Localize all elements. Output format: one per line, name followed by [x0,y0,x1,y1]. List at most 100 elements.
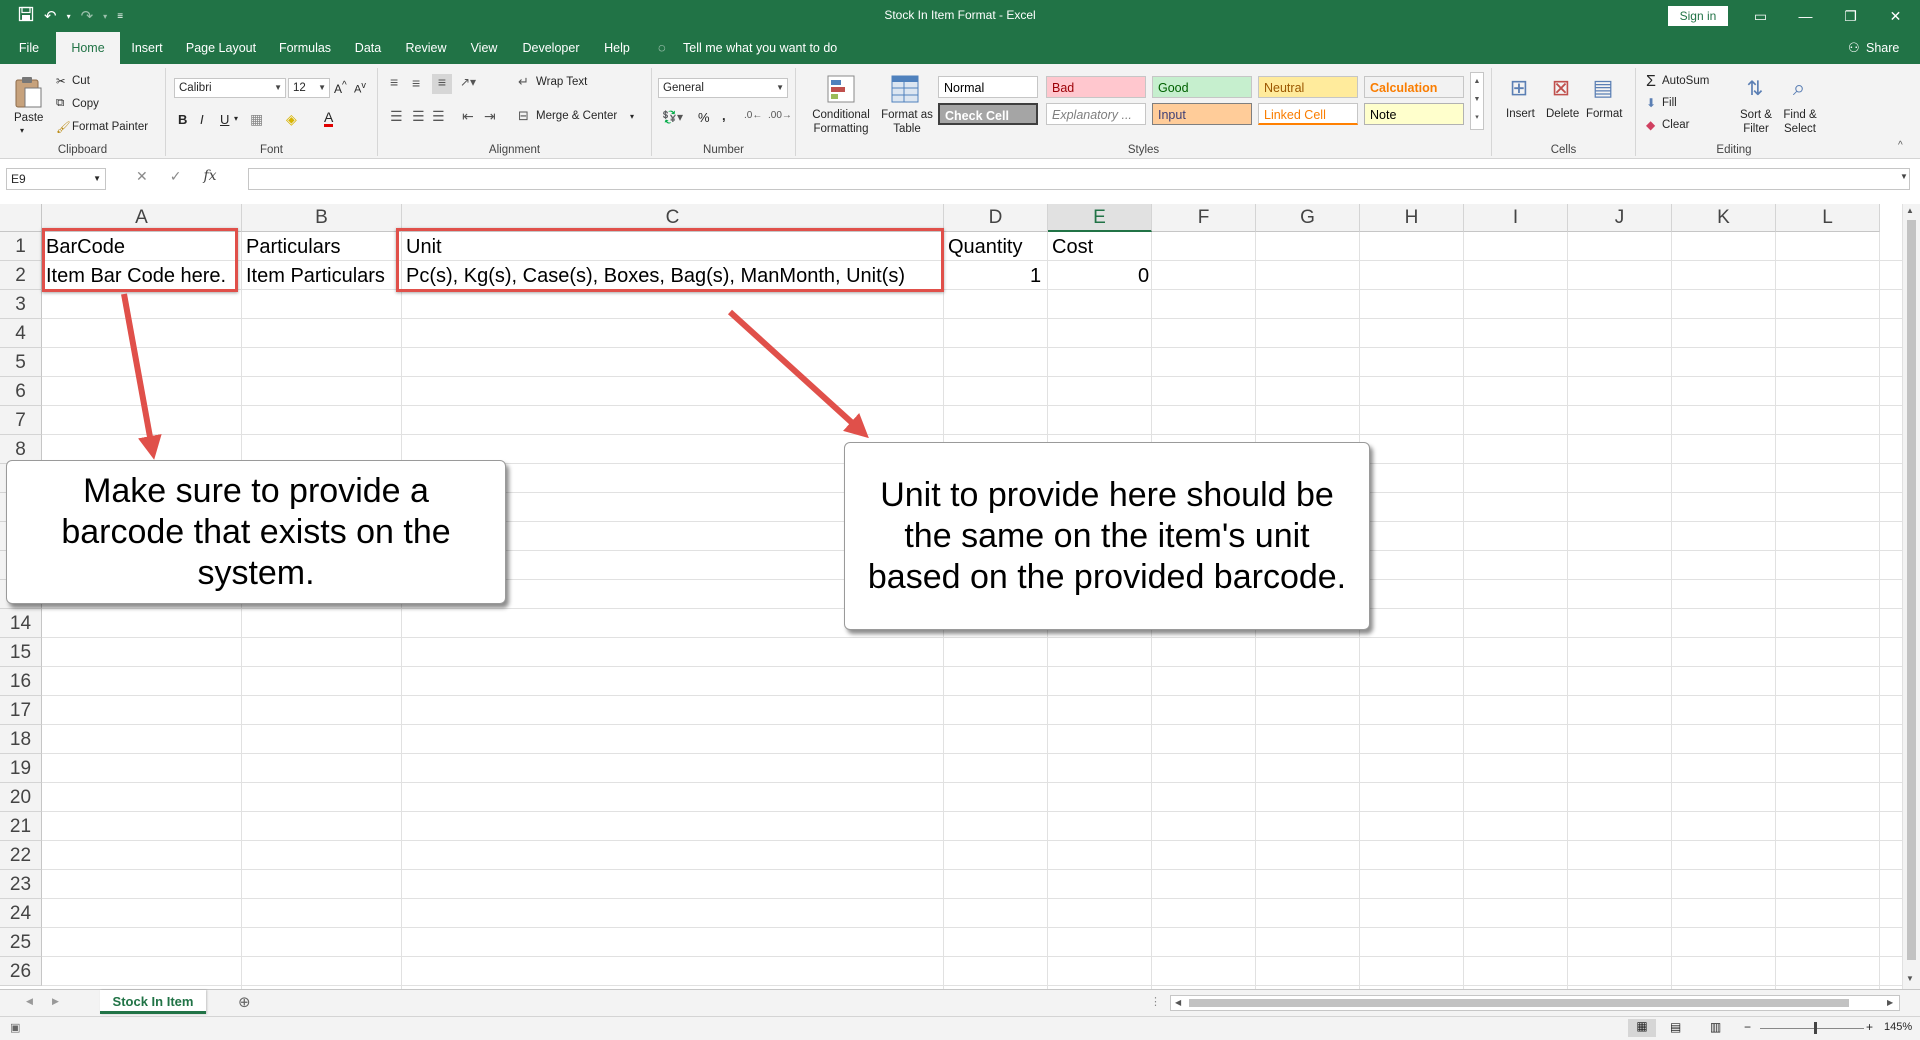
merge-center-icon[interactable]: ⊟ [518,108,529,124]
vertical-scrollbar[interactable]: ▲ ▼ [1902,204,1920,989]
scroll-down-icon[interactable]: ▼ [1906,974,1914,983]
wrap-text-icon[interactable]: ↵ [518,74,529,90]
format-cells-button[interactable]: Format [1586,108,1622,120]
style-note[interactable]: Note [1364,103,1464,125]
format-as-table-button[interactable]: Format as Table [876,108,938,136]
scroll-right-icon[interactable]: ▶ [1887,998,1893,1007]
paste-icon[interactable] [10,74,46,110]
scroll-up-icon[interactable]: ▲ [1906,206,1914,215]
redo-icon[interactable]: ↷ [81,7,94,25]
percent-button[interactable]: % [698,110,710,125]
style-explanatory[interactable]: Explanatory ... [1046,103,1146,125]
autosum-icon[interactable]: Σ [1646,73,1656,91]
align-right-icon[interactable]: ☰ [432,108,445,125]
italic-button[interactable]: I [200,112,204,127]
cut-button[interactable]: Cut [72,75,90,87]
redo-dropdown-icon[interactable]: ▾ [103,12,107,21]
align-left-icon[interactable]: ☰ [390,108,403,125]
find-select-button[interactable]: Find & Select [1778,108,1822,136]
merge-center-button[interactable]: Merge & Center [536,110,617,122]
tab-help[interactable]: Help [596,32,638,64]
bold-button[interactable]: B [178,112,187,127]
page-break-view-icon[interactable]: ▥ [1710,1020,1721,1034]
clear-icon[interactable]: ◆ [1646,118,1655,132]
h-scroll-thumb[interactable] [1189,999,1849,1007]
align-bottom-icon[interactable]: ≡ [432,74,452,94]
fill-icon[interactable]: ⬇ [1646,96,1656,110]
scroll-left-icon[interactable]: ◀ [1175,998,1181,1007]
zoom-slider[interactable] [1760,1028,1864,1029]
style-neutral[interactable]: Neutral [1258,76,1358,98]
underline-button[interactable]: U [220,112,229,127]
expand-formula-bar-icon[interactable]: ▼ [1900,172,1908,181]
insert-function-button[interactable]: fx [203,168,216,185]
tell-me-search[interactable]: Tell me what you want to do [683,41,837,55]
horizontal-scrollbar[interactable]: ◀ ▶ [1170,995,1900,1011]
insert-cells-button[interactable]: Insert [1506,108,1535,120]
format-as-table-icon[interactable] [888,72,922,106]
number-format-combo[interactable]: General ▼ [658,78,788,98]
align-middle-icon[interactable]: ≡ [412,75,420,91]
borders-icon[interactable]: ▦ [250,111,263,128]
undo-icon[interactable]: ↶ [44,7,57,25]
styles-scroll-icon[interactable]: ▲ ▼ ▾ [1470,72,1484,130]
cut-icon[interactable]: ✂ [56,74,66,88]
style-linked-cell[interactable]: Linked Cell [1258,103,1358,125]
tab-formulas[interactable]: Formulas [272,32,338,64]
style-normal[interactable]: Normal [938,76,1038,98]
align-top-icon[interactable]: ≡ [390,74,398,90]
formula-input[interactable] [248,168,1910,190]
tab-developer[interactable]: Developer [514,32,588,64]
find-select-icon[interactable]: ⌕ [1784,72,1814,104]
format-painter-button[interactable]: Format Painter [72,121,148,133]
delete-cells-button[interactable]: Delete [1546,108,1579,120]
restore-icon[interactable]: ❐ [1828,0,1873,32]
close-icon[interactable]: ✕ [1873,0,1918,32]
font-color-button[interactable]: A [324,110,334,127]
name-box[interactable]: E9 ▼ [6,168,106,190]
style-check-cell[interactable]: Check Cell [938,103,1038,125]
style-calculation[interactable]: Calculation [1364,76,1464,98]
sign-in-button[interactable]: Sign in [1668,6,1728,26]
normal-view-icon[interactable]: ▦ [1628,1019,1656,1037]
minimize-icon[interactable]: — [1783,0,1828,32]
tab-insert[interactable]: Insert [124,32,170,64]
sheet-tab-stock-in-item[interactable]: Stock In Item [100,990,206,1014]
comma-button[interactable]: , [722,108,726,123]
zoom-out-icon[interactable]: − [1744,1020,1751,1034]
format-cells-icon[interactable]: ▤ [1588,72,1618,104]
enter-icon[interactable]: ✓ [170,168,182,185]
increase-decimal-icon[interactable]: .0← [744,110,762,121]
tab-view[interactable]: View [462,32,506,64]
fill-color-icon[interactable]: ◈ [286,111,297,128]
underline-dropdown-icon[interactable]: ▾ [234,114,238,123]
fill-button[interactable]: Fill [1662,97,1677,109]
orientation-icon[interactable]: ↗▾ [460,75,476,89]
merge-dropdown-icon[interactable]: ▾ [630,112,634,121]
prev-sheet-icon[interactable]: ◀ [26,996,33,1007]
zoom-slider-thumb[interactable] [1814,1022,1817,1034]
grow-font-icon[interactable]: A^ [334,80,347,96]
align-center-icon[interactable]: ☰ [412,108,425,125]
collapse-ribbon-icon[interactable]: ^ [1898,140,1903,151]
macro-record-icon[interactable]: ▣ [10,1021,20,1034]
wrap-text-button[interactable]: Wrap Text [536,76,587,88]
zoom-level[interactable]: 145% [1884,1021,1912,1033]
split-handle-icon[interactable]: ⋮ [1150,995,1161,1008]
copy-button[interactable]: Copy [72,98,99,110]
cancel-icon[interactable]: ✕ [136,168,148,185]
next-sheet-icon[interactable]: ▶ [52,996,59,1007]
conditional-formatting-icon[interactable] [824,72,858,106]
scroll-thumb[interactable] [1907,220,1916,960]
decrease-decimal-icon[interactable]: .00→ [768,110,792,121]
conditional-formatting-button[interactable]: Conditional Formatting [808,108,874,136]
insert-cells-icon[interactable]: ⊞ [1504,72,1534,104]
delete-cells-icon[interactable]: ⊠ [1546,72,1576,104]
customize-qat-icon[interactable]: ≡ [117,11,123,22]
decrease-indent-icon[interactable]: ⇤ [462,108,474,125]
format-painter-icon[interactable]: 🖌 [56,120,71,134]
tab-review[interactable]: Review [398,32,454,64]
sort-filter-icon[interactable]: ⇅ [1740,72,1770,104]
undo-dropdown-icon[interactable]: ▾ [67,12,71,21]
style-bad[interactable]: Bad [1046,76,1146,98]
